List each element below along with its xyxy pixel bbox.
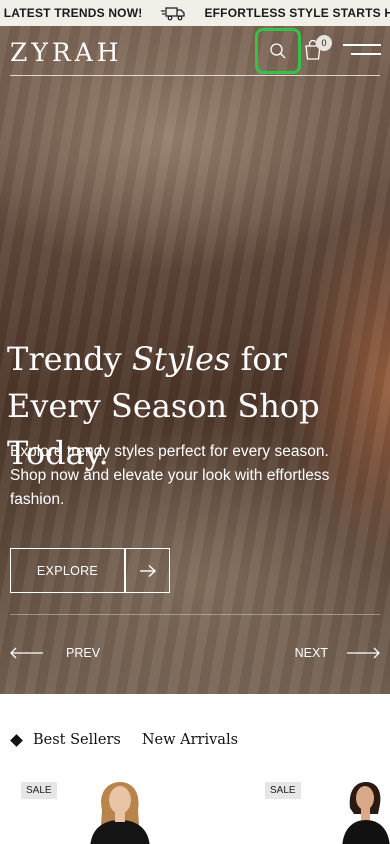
site-header: ZYRAH 0 (0, 26, 390, 76)
product-tabs: Best Sellers New Arrivals (10, 732, 238, 748)
header-divider (10, 75, 380, 76)
menu-button[interactable] (343, 41, 381, 61)
product-card[interactable]: SALE (256, 776, 390, 844)
announcement-text-2: EFFORTLESS STYLE STARTS HERE. B (204, 6, 390, 20)
sale-badge: SALE (21, 782, 57, 799)
search-icon (270, 43, 286, 59)
prev-label: PREV (66, 646, 101, 660)
active-tab-diamond-icon (10, 733, 23, 747)
next-slide-button[interactable]: NEXT (295, 646, 380, 660)
cart-count-badge: 0 (316, 35, 332, 51)
tab-new-arrivals[interactable]: New Arrivals (142, 732, 238, 748)
explore-arrow-button[interactable] (125, 548, 170, 593)
product-image (90, 782, 150, 844)
prev-slide-button[interactable]: PREV (10, 646, 100, 660)
explore-button[interactable]: EXPLORE (10, 548, 125, 593)
product-image (342, 782, 390, 844)
delivery-truck-icon (161, 7, 186, 21)
arrow-left-icon (10, 647, 43, 659)
sale-badge: SALE (265, 782, 301, 799)
hero-description: Explore trendy styles perfect for every … (10, 443, 330, 508)
announcement-text-1: E LATEST TRENDS NOW! (0, 6, 143, 20)
product-card[interactable]: SALE (12, 776, 182, 844)
search-button[interactable] (255, 28, 301, 74)
announcement-bar: E LATEST TRENDS NOW! EFFORTLESS STYLE ST… (0, 0, 390, 26)
arrow-right-long-icon (347, 647, 380, 659)
hero-divider (10, 614, 380, 615)
next-label: NEXT (294, 646, 328, 660)
arrow-right-icon (139, 564, 156, 577)
tab-best-sellers[interactable]: Best Sellers (33, 732, 121, 748)
logo[interactable]: ZYRAH (10, 38, 123, 67)
